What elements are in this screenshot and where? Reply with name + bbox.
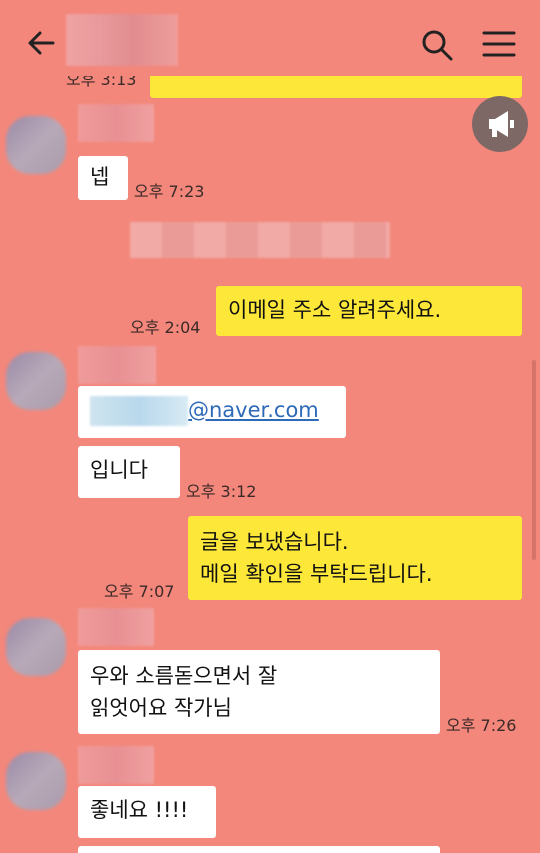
message-time: 오후 3:13 [66, 76, 137, 89]
message-time: 오후 2:04 [130, 318, 201, 337]
message-time: 오후 3:12 [186, 482, 257, 501]
message-time: 오후 7:23 [134, 182, 205, 201]
avatar[interactable] [6, 352, 66, 410]
sender-name [78, 346, 156, 384]
avatar[interactable] [6, 618, 66, 676]
email-username [90, 396, 188, 426]
message-bubble[interactable]: 우와 소름돋으면서 잘 읽엇어요 작가님 [78, 650, 440, 734]
message-bubble[interactable]: 글을 보냈습니다. 메일 확인을 부탁드립니다. [188, 516, 522, 600]
sender-name [78, 104, 154, 142]
partial-message-bubble[interactable] [78, 846, 440, 853]
message-text-line: 글을 보냈습니다. [200, 530, 349, 554]
megaphone-icon [489, 111, 514, 137]
message-bubble[interactable]: 입니다 [78, 446, 180, 498]
notice-button[interactable] [472, 96, 528, 152]
message-bubble[interactable]: 이메일 주소 알려주세요. [216, 286, 522, 336]
message-text-line: 우와 소름돋으면서 잘 [90, 664, 278, 688]
hamburger-menu-icon[interactable] [482, 30, 516, 58]
message-bubble[interactable]: 좋네요 !!!! [78, 786, 216, 838]
partial-message-bubble[interactable] [150, 76, 522, 98]
message-text: 입니다 [90, 458, 148, 482]
message-text: 좋네요 !!!! [90, 798, 189, 822]
search-icon[interactable] [420, 28, 454, 62]
app-header [0, 0, 540, 82]
message-text: 넵 [90, 165, 110, 189]
message-bubble[interactable]: @naver.com [78, 386, 346, 438]
message-text-line: 메일 확인을 부탁드립니다. [200, 562, 433, 586]
chat-title [66, 14, 178, 66]
message-time: 오후 7:07 [104, 582, 175, 601]
email-link[interactable]: @naver.com [188, 398, 319, 422]
message-text-line: 읽엇어요 작가님 [90, 696, 232, 720]
sender-name [78, 608, 154, 646]
avatar[interactable] [6, 752, 66, 810]
arrow-left-icon[interactable] [26, 28, 56, 58]
message-bubble[interactable]: 넵 [78, 156, 128, 200]
sender-name [78, 746, 154, 784]
message-text: 이메일 주소 알려주세요. [228, 298, 442, 322]
avatar[interactable] [6, 116, 66, 174]
message-time: 오후 7:26 [446, 716, 517, 735]
scrollbar[interactable] [532, 360, 536, 560]
date-divider [130, 222, 390, 258]
